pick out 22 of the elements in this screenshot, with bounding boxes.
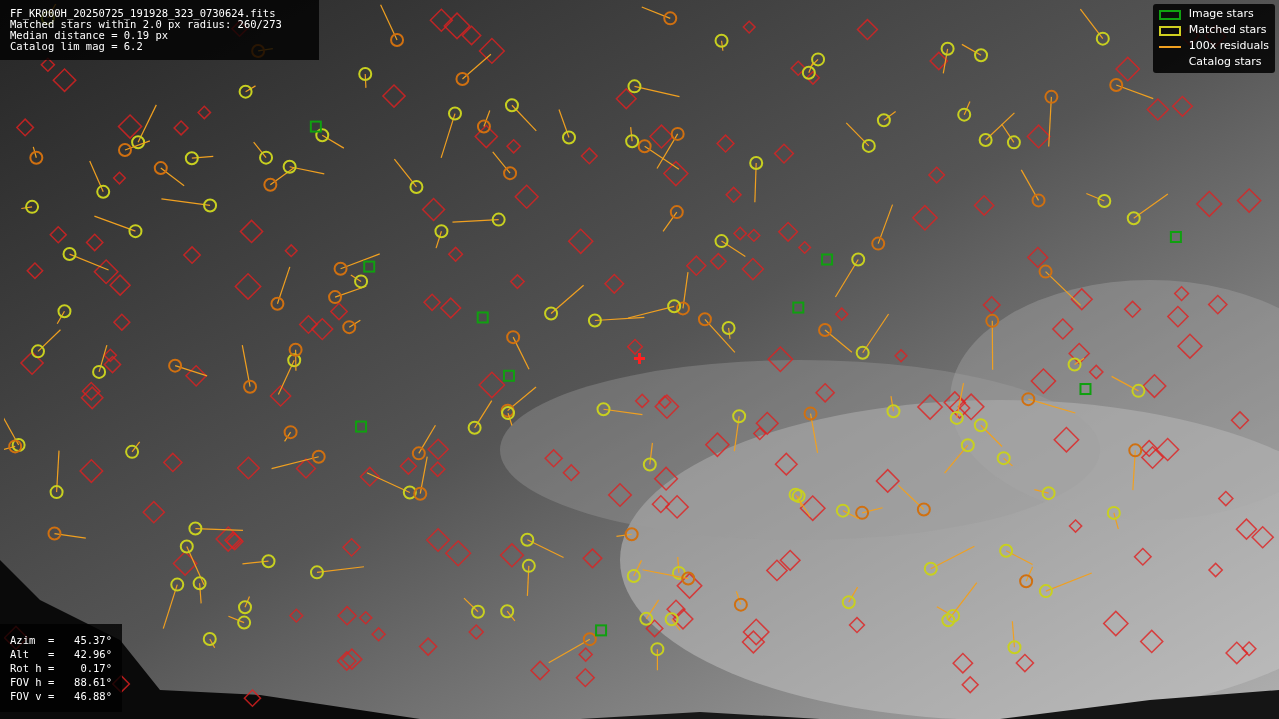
line-icon — [1158, 45, 1181, 48]
pointing-label: Rot h = — [10, 661, 55, 675]
info-text: FF_KR000H_20250725_191928_323_0730624.fits — [10, 8, 277, 19]
pointing-value: 42.96° — [74, 647, 112, 661]
info-text: Catalog lim mag = 6.2 — [10, 41, 144, 52]
legend-label: Matched stars — [1188, 22, 1267, 39]
pointing-label: FOV v = — [10, 689, 55, 703]
legend-label: Image stars — [1188, 6, 1254, 23]
pointing-value: 88.61° — [74, 675, 112, 689]
legend-label: Catalog stars — [1188, 54, 1262, 71]
matched-star-swatch-icon — [1158, 25, 1181, 36]
cross-icon — [634, 353, 645, 364]
pointing-label: Azim = — [10, 633, 55, 647]
pointing-value: 45.37° — [74, 633, 112, 647]
pointing-label: Alt = — [10, 647, 55, 661]
info-text: Median distance = 0.19 px — [10, 30, 169, 41]
pointing-label: FOV h = — [10, 675, 55, 689]
image-star-swatch-icon — [1158, 9, 1181, 20]
pointing-value: 46.88° — [74, 689, 112, 703]
pointing-value: 0.17° — [79, 661, 112, 675]
info-text: Matched stars within 2.0 px radius: 260/273 — [10, 19, 283, 30]
legend-label: 100x residuals — [1188, 38, 1269, 55]
